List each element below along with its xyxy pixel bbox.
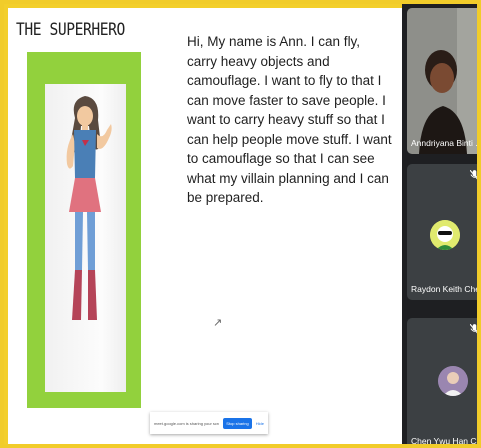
superhero-drawing-image [45, 84, 126, 392]
participant-name: Raydon Keith Chew [411, 284, 481, 294]
avatar [430, 220, 460, 250]
mouse-cursor-icon: ↗ [213, 316, 223, 329]
participant-tile[interactable]: Raydon Keith Chew [407, 164, 481, 300]
slide-body-text: Hi, My name is Ann. I can fly, carry hea… [187, 34, 392, 205]
screen-share-frame: THE SUPERHERO Hi, My name is Ann. I can … [0, 0, 481, 448]
hide-button[interactable]: Hide [256, 421, 264, 426]
screen-share-notification: meet.google.com is sharing your screen. … [150, 412, 268, 434]
participants-panel: Anndriyana Binti ... Raydon Keith Chew C… [402, 4, 481, 446]
participant-video [407, 8, 477, 154]
mic-off-icon [470, 170, 477, 180]
slide-controls [18, 444, 65, 448]
share-message: meet.google.com is sharing your screen. [154, 420, 220, 426]
stop-sharing-button[interactable]: Stop sharing [223, 417, 252, 429]
slide-control-dot[interactable] [44, 444, 52, 448]
slide-control-dot[interactable] [57, 444, 65, 448]
avatar [438, 366, 468, 396]
slide-control-dot[interactable] [31, 444, 39, 448]
mic-off-icon [470, 324, 477, 334]
slide-control-dot[interactable] [18, 444, 26, 448]
participant-tile[interactable]: Anndriyana Binti ... [407, 8, 481, 154]
slide-title: THE SUPERHERO [16, 20, 125, 40]
participant-name: Chen Ywu Han Cat... [411, 436, 481, 446]
presentation-slide: THE SUPERHERO Hi, My name is Ann. I can … [8, 8, 402, 448]
participant-name: Anndriyana Binti ... [411, 138, 481, 148]
participant-tile[interactable]: Chen Ywu Han Cat... [407, 318, 481, 446]
